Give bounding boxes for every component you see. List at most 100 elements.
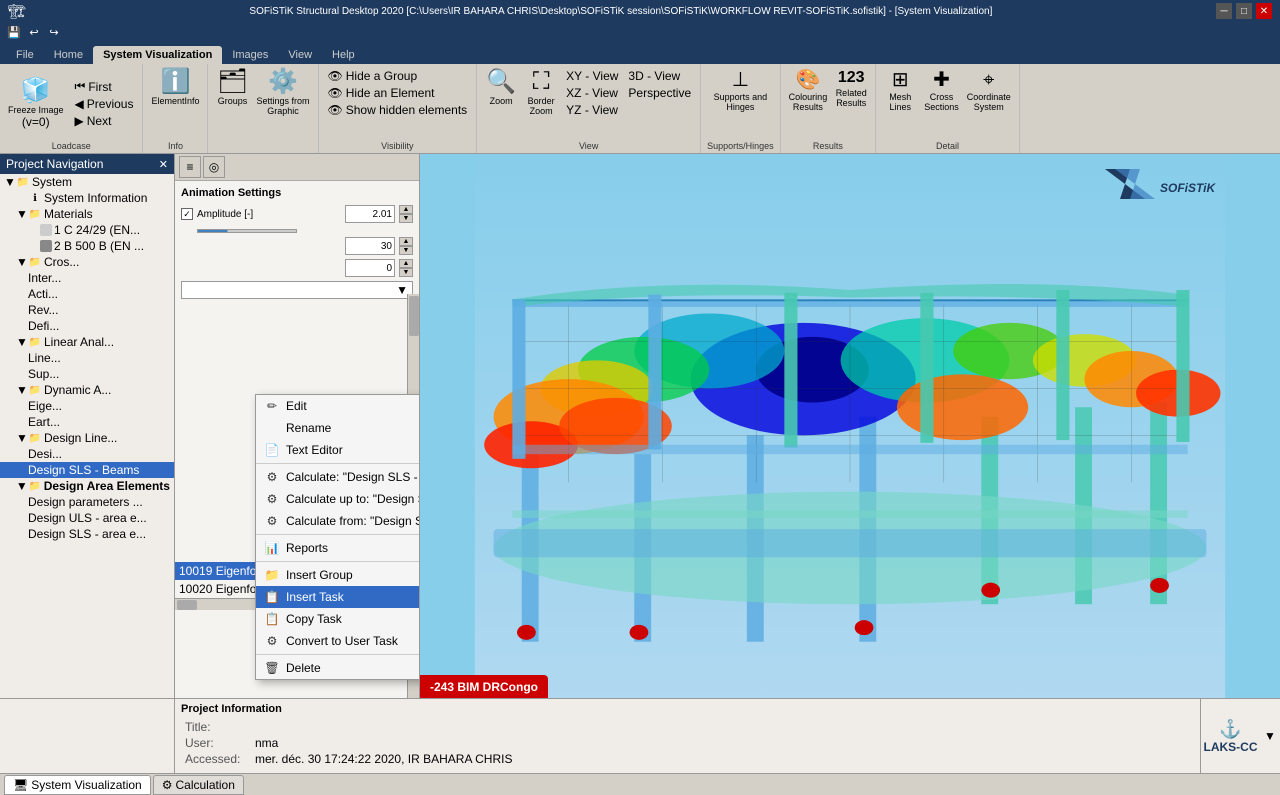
amplitude-checkbox[interactable]: ✓: [181, 208, 193, 220]
tree-item-design-area[interactable]: ▼ 📁 Design Area Elements: [0, 478, 174, 494]
tree-item-linear[interactable]: ▼ 📁 Linear Anal...: [0, 334, 174, 350]
frame-up-button[interactable]: ▲: [399, 237, 413, 246]
h-scrollbar-thumb[interactable]: [177, 600, 197, 610]
phase-up-button[interactable]: ▲: [399, 259, 413, 268]
frame-down-button[interactable]: ▼: [399, 246, 413, 255]
border-zoom-button[interactable]: ⛶ BorderZoom: [523, 68, 559, 118]
dropdown-select[interactable]: ▼: [181, 281, 413, 299]
tab-file[interactable]: File: [6, 46, 44, 64]
tab-home[interactable]: Home: [44, 46, 93, 64]
redo-qat-button[interactable]: ↪: [46, 24, 62, 40]
supports-hinges-button[interactable]: ⊥ Supports andHinges: [712, 68, 770, 114]
maximize-button[interactable]: □: [1236, 3, 1252, 19]
ctx-rename[interactable]: Rename: [256, 417, 420, 439]
tree-item-design-params[interactable]: Design parameters ...: [0, 494, 174, 510]
ctx-copy-task[interactable]: 📋 Copy Task: [256, 608, 420, 630]
cross-sections-button[interactable]: ✚ CrossSections: [922, 68, 961, 114]
tree-item-eart[interactable]: Eart...: [0, 414, 174, 430]
tree-item-design-sls-area[interactable]: Design SLS - area e...: [0, 526, 174, 542]
tree-item-materials[interactable]: ▼ 📁 Materials: [0, 206, 174, 222]
sidebar-close-button[interactable]: ✕: [159, 158, 168, 171]
related-results-button[interactable]: 123 RelatedResults: [833, 68, 869, 110]
amplitude-down-button[interactable]: ▼: [399, 214, 413, 223]
tree-item-rev[interactable]: Rev...: [0, 302, 174, 318]
phase-down-button[interactable]: ▼: [399, 268, 413, 277]
freeze-image-button[interactable]: 🧊 Freeze Image(v=0): [6, 77, 66, 131]
ctx-insert-task[interactable]: 📋 Insert Task: [256, 586, 420, 608]
yz-view-button[interactable]: YZ - View: [563, 102, 621, 118]
undo-qat-button[interactable]: ↩: [26, 24, 42, 40]
tree-item-sup[interactable]: Sup...: [0, 366, 174, 382]
zoom-button[interactable]: 🔍 Zoom: [483, 68, 519, 108]
tree-item-cross[interactable]: ▼ 📁 Cros...: [0, 254, 174, 270]
tree-item-dynamic[interactable]: ▼ 📁 Dynamic A...: [0, 382, 174, 398]
tree-item-system[interactable]: ▼ 📁 System: [0, 174, 174, 190]
tree-item-line[interactable]: Line...: [0, 350, 174, 366]
tree-item-system-info[interactable]: ℹ System Information: [0, 190, 174, 206]
ctx-calculate-up-to[interactable]: ⚙ Calculate up to: "Design SLS - Beams": [256, 488, 420, 510]
tree-item-inter[interactable]: Inter...: [0, 270, 174, 286]
hide-group-button[interactable]: 👁 Hide a Group: [325, 68, 471, 84]
mesh-icon: ⊞: [892, 70, 909, 90]
tree-item-desi[interactable]: Desi...: [0, 446, 174, 462]
ctx-calculate[interactable]: ⚙ Calculate: "Design SLS - Beams": [256, 466, 420, 488]
amplitude-up-button[interactable]: ▲: [399, 205, 413, 214]
tree-item-material-2[interactable]: 2 B 500 B (EN ...: [0, 238, 174, 254]
close-button[interactable]: ✕: [1256, 3, 1272, 19]
perspective-button[interactable]: Perspective: [625, 85, 694, 101]
animation-slider[interactable]: [197, 229, 297, 233]
title-key: Title:: [181, 719, 251, 735]
save-qat-button[interactable]: 💾: [6, 24, 22, 40]
tab-view[interactable]: View: [278, 46, 322, 64]
delete-icon: 🗑: [264, 661, 280, 675]
ctx-edit[interactable]: ✏ Edit: [256, 395, 420, 417]
3d-view-button[interactable]: 3D - View: [625, 68, 694, 84]
tree-item-design-uls[interactable]: Design ULS - area e...: [0, 510, 174, 526]
xz-view-button[interactable]: XZ - View: [563, 85, 621, 101]
calc-icon: ⚙: [264, 470, 280, 484]
ctx-insert-group[interactable]: 📁 Insert Group: [256, 564, 420, 586]
show-hidden-button[interactable]: 👁 Show hidden elements: [325, 102, 471, 118]
ctx-calculate-from[interactable]: ⚙ Calculate from: "Design SLS - Beams": [256, 510, 420, 532]
ribbon: 🧊 Freeze Image(v=0) ⏮ First ◀ Previous ▶…: [0, 64, 1280, 154]
settings-from-graphic-button[interactable]: ⚙️ Settings fromGraphic: [254, 68, 311, 118]
mesh-lines-button[interactable]: ⊞ MeshLines: [882, 68, 918, 114]
tree-item-design-line[interactable]: ▼ 📁 Design Line...: [0, 430, 174, 446]
frame-row: ▲ ▼: [181, 237, 413, 255]
status-tab-calculation[interactable]: ⚙ Calculation: [153, 775, 244, 795]
minimize-button[interactable]: ─: [1216, 3, 1232, 19]
colouring-results-button[interactable]: 🎨 ColouringResults: [787, 68, 830, 114]
scrollbar-thumb[interactable]: [409, 296, 419, 336]
quick-access-toolbar: 💾 ↩ ↪: [0, 22, 1280, 42]
tab-images[interactable]: Images: [222, 46, 278, 64]
tab-system-visualization[interactable]: System Visualization: [93, 46, 222, 64]
xy-view-button[interactable]: XY - View: [563, 68, 621, 84]
phase-input[interactable]: [345, 259, 395, 277]
tab-help[interactable]: Help: [322, 46, 365, 64]
hide-element-button[interactable]: 👁 Hide an Element: [325, 85, 471, 101]
project-info-expand-button[interactable]: ▼: [1260, 699, 1280, 773]
panel-list-view-button[interactable]: ≡: [179, 156, 201, 178]
3d-viewport[interactable]: SOFiSTiK: [420, 154, 1280, 698]
tree-item-material-1[interactable]: 1 C 24/29 (EN...: [0, 222, 174, 238]
ctx-delete[interactable]: 🗑 Delete: [256, 657, 420, 679]
amplitude-input[interactable]: [345, 205, 395, 223]
previous-button[interactable]: ◀ Previous: [72, 96, 137, 112]
panel-target-button[interactable]: ◎: [203, 156, 225, 178]
element-info-button[interactable]: ℹ️ ElementInfo: [149, 68, 201, 108]
insert-group-icon: 📁: [264, 568, 280, 582]
ctx-reports[interactable]: 📊 Reports: [256, 537, 420, 559]
tree-item-eige[interactable]: Eige...: [0, 398, 174, 414]
first-button[interactable]: ⏮ First: [72, 78, 137, 95]
tree-item-acti[interactable]: Acti...: [0, 286, 174, 302]
ctx-convert[interactable]: ⚙ Convert to User Task: [256, 630, 420, 652]
status-tab-system-visualization[interactable]: 🖥 System Visualization: [4, 775, 151, 795]
tree-item-defi[interactable]: Defi...: [0, 318, 174, 334]
next-button[interactable]: ▶ Next: [72, 113, 137, 129]
frame-input[interactable]: [345, 237, 395, 255]
ribbon-group-groups: 🗂 Groups ⚙️ Settings fromGraphic: [208, 64, 318, 153]
groups-button[interactable]: 🗂 Groups: [214, 68, 250, 108]
ctx-text-editor[interactable]: 📄 Text Editor: [256, 439, 420, 461]
coordinate-system-button[interactable]: ⌖ CoordinateSystem: [965, 68, 1013, 114]
tree-item-design-sls-beams[interactable]: Design SLS - Beams: [0, 462, 174, 478]
